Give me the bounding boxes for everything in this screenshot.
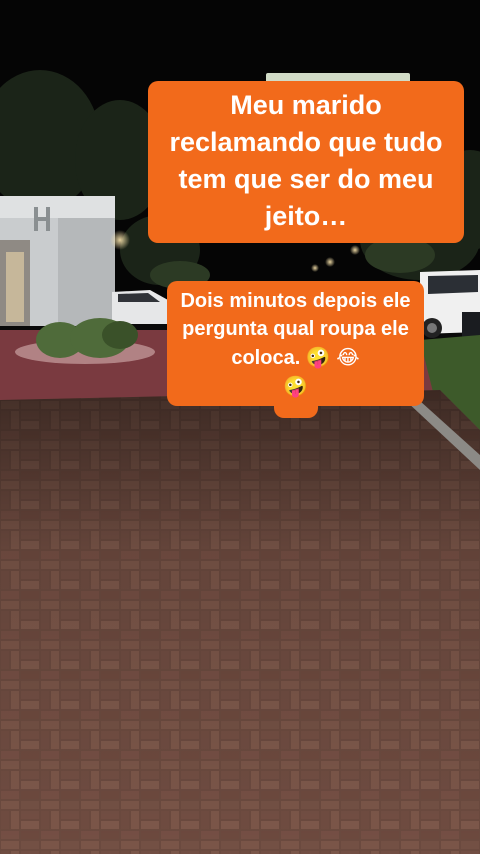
bottom-caption-text: Dois minutos depois ele pergunta qual ro…: [180, 290, 411, 369]
video-frame: Meu marido reclamando que tudo tem que s…: [0, 0, 480, 854]
top-caption: Meu marido reclamando que tudo tem que s…: [148, 81, 464, 243]
tears-of-joy-emoji-icon: 😂: [336, 345, 360, 369]
bottom-caption: Dois minutos depois ele pergunta qual ro…: [167, 281, 424, 406]
top-caption-text: Meu marido reclamando que tudo tem que s…: [169, 90, 443, 231]
crazy-face-emoji-icon: 🤪: [305, 345, 331, 369]
crazy-face-emoji-icon-2: 🤪: [283, 374, 308, 398]
